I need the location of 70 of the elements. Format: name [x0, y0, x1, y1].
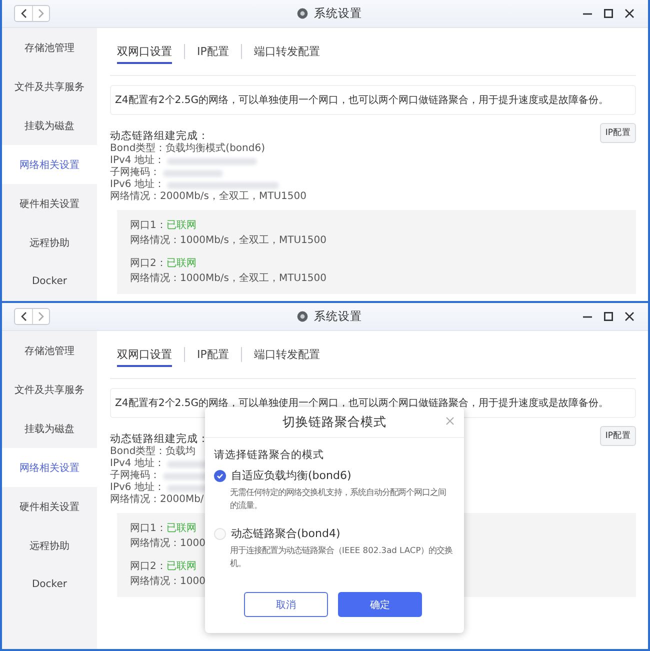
back-icon: [20, 312, 26, 321]
port-label: 网口2：: [130, 257, 166, 271]
tab[interactable]: IP配置: [197, 40, 229, 64]
sidebar-item[interactable]: 挂载为磁盘: [2, 106, 97, 145]
close-icon[interactable]: [625, 312, 634, 321]
port-status: 已联网: [166, 522, 196, 536]
port-info: 网络情况：1000Mb/s，全双工，MTU1500: [130, 234, 327, 248]
tab[interactable]: 端口转发配置: [254, 342, 320, 366]
detail-text: 网络情况：2000Mb/s，全双工，MTU1500: [110, 191, 307, 203]
detail-text: Bond类型：负载均衡模式(bond6): [110, 143, 265, 154]
port-info: 网络情况：1000: [130, 574, 206, 589]
port-status: 已联网: [166, 560, 196, 574]
maximize-icon[interactable]: [604, 9, 613, 18]
back-icon: [20, 9, 26, 18]
tab[interactable]: 双网口设置: [117, 40, 172, 64]
ip-config-button[interactable]: IP配置: [600, 426, 636, 446]
option-description: 用于连接配置为动态链路聚合（IEEE 802.3ad LACP）的交换机。: [229, 544, 454, 570]
sidebar-item[interactable]: 远程协助: [2, 526, 97, 565]
window-title: 系统设置: [314, 6, 362, 21]
sidebar-item[interactable]: 硬件相关设置: [2, 487, 97, 526]
detail-text: 子网掩码：: [110, 167, 160, 178]
cancel-button[interactable]: 取消: [244, 592, 328, 617]
sidebar-item[interactable]: 文件及共享服务: [2, 67, 97, 106]
sidebar-item[interactable]: 远程协助: [2, 223, 97, 262]
port-status: 已联网: [166, 219, 196, 233]
detail-text: 子网掩码：: [110, 470, 160, 482]
option-description: 无需任何特定的网络交换机支持，系统自动分配两个网口之间的流量。: [229, 486, 447, 512]
intro-text: Z4配置有2个2.5G的网络，可以单独使用一个网口，也可以两个网口做链路聚合，用于提升速度或是故障备份。: [115, 398, 609, 409]
dialog-prompt: 请选择链路聚合的模式: [214, 448, 325, 462]
detail-text: IPv6 地址：: [110, 482, 164, 494]
option-label: 动态链路聚合(bond4): [231, 526, 340, 541]
port-info: 网络情况：1000: [130, 536, 206, 551]
status-heading: 动态链路组建完成：: [110, 432, 209, 446]
option-label: 自适应负载均衡(bond6): [231, 468, 352, 483]
sidebar-item[interactable]: 网络相关设置: [2, 448, 97, 487]
port-label: 网口1：: [130, 219, 166, 233]
detail-text: IPv4 地址：: [110, 155, 164, 167]
intro-text: Z4配置有2个2.5G的网络，可以单独使用一个网口，也可以两个网口做链路聚合，用于提升速度或是故障备份。: [115, 95, 609, 106]
port-label: 网口2：: [130, 560, 166, 574]
maximize-icon[interactable]: [604, 312, 613, 321]
sidebar-item[interactable]: 存储池管理: [2, 331, 97, 370]
status-heading: 动态链路组建完成：: [110, 129, 209, 142]
app-icon: [297, 8, 308, 19]
dialog-title: 切换链路聚合模式: [282, 414, 386, 430]
detail-text: Bond类型：负载均: [110, 446, 196, 458]
sidebar-item[interactable]: 挂载为磁盘: [2, 409, 97, 448]
forward-icon: [38, 9, 44, 18]
sidebar-item[interactable]: 网络相关设置: [2, 145, 97, 184]
forward-icon: [38, 312, 44, 321]
sidebar-item[interactable]: 存储池管理: [2, 28, 97, 67]
port-label: 网口1：: [130, 522, 166, 536]
sidebar-item[interactable]: Docker: [2, 262, 97, 301]
confirm-button[interactable]: 确定: [338, 592, 422, 617]
tab[interactable]: 双网口设置: [117, 342, 172, 366]
tab[interactable]: 端口转发配置: [254, 40, 320, 64]
window-title: 系统设置: [314, 309, 362, 324]
close-icon[interactable]: [625, 9, 634, 18]
detail-text: IPv4 地址：: [110, 458, 164, 470]
sidebar-item[interactable]: 文件及共享服务: [2, 370, 97, 409]
sidebar-item[interactable]: 硬件相关设置: [2, 184, 97, 223]
tab[interactable]: IP配置: [197, 342, 229, 366]
radio-button[interactable]: [214, 470, 226, 482]
detail-text: IPv6 地址：: [110, 179, 164, 190]
port-status: 已联网: [166, 257, 196, 271]
detail-text: 网络情况：2000Mb/: [110, 494, 204, 506]
ip-config-button[interactable]: IP配置: [600, 123, 636, 143]
port-info: 网络情况：1000Mb/s，全双工，MTU1500: [130, 272, 327, 286]
sidebar-item[interactable]: Docker: [2, 565, 97, 604]
app-icon: [297, 311, 308, 322]
check-icon: [216, 472, 224, 480]
